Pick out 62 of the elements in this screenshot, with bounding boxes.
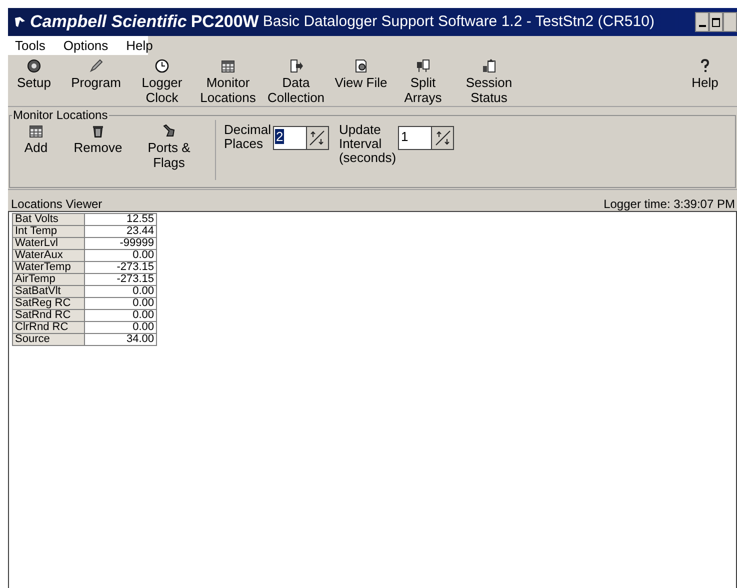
magnifier-page-icon: [353, 58, 369, 74]
table-cell: AirTemp: [12, 274, 84, 286]
table-cell: Int Temp: [12, 226, 84, 238]
table-cell: 23.44: [84, 226, 156, 238]
toolbar-button[interactable]: Remove: [62, 123, 134, 183]
page-arrow-icon: [288, 58, 304, 74]
calendar-icon: [28, 123, 44, 139]
menu-item[interactable]: Options: [58, 36, 114, 56]
viewer-title: Locations Viewer: [10, 198, 102, 211]
toolbar-button[interactable]: Program: [60, 58, 132, 90]
spin-field[interactable]: 2: [272, 126, 329, 150]
logger-time: Logger time: 3:39:07 PM: [604, 198, 735, 211]
table-cell: ClrRnd RC: [12, 322, 84, 334]
minimize-button[interactable]: [695, 12, 709, 32]
toolbar-button[interactable]: Session Status: [452, 58, 526, 105]
table-cell: Bat Volts: [12, 214, 84, 226]
table-cell: 12.55: [84, 214, 156, 226]
table-cell: 0.00: [84, 310, 156, 322]
toolbar-button[interactable]: Logger Clock: [132, 58, 192, 105]
toolbar-button[interactable]: View File: [328, 58, 394, 90]
table-cell: Source: [12, 334, 84, 346]
table-cell: 0.00: [84, 322, 156, 334]
spin-arrows-icon[interactable]: [434, 129, 452, 147]
product-name: PC200W: [190, 11, 259, 34]
spin-arrows-icon[interactable]: [308, 129, 326, 147]
table-cell: -99999: [84, 238, 156, 250]
table-cell: -273.15: [84, 274, 156, 286]
calendar-icon: [220, 58, 236, 74]
menu-item[interactable]: Tools: [10, 36, 50, 56]
toolbar-button[interactable]: Ports & Flags: [134, 123, 204, 183]
field-label: Update Interval (seconds): [338, 123, 396, 165]
table-cell: WaterTemp: [12, 262, 84, 274]
table-cell: -273.15: [84, 262, 156, 274]
toolbar-button[interactable]: Data Collection: [264, 58, 328, 105]
toolbar-button[interactable]: Setup: [8, 58, 60, 90]
bin-icon: [90, 123, 106, 139]
table-cell: WaterAux: [12, 250, 84, 262]
spin-field[interactable]: 1: [398, 126, 454, 150]
table-cell: 0.00: [84, 298, 156, 310]
toolbar-button[interactable]: Add: [10, 123, 62, 183]
pencil-icon: [88, 58, 104, 74]
setup-icon: [26, 58, 42, 74]
brand-name: Campbell Scientific: [30, 11, 187, 34]
maximize-button[interactable]: [709, 12, 723, 32]
toolbar-button[interactable]: Monitor Locations: [192, 58, 264, 105]
table-cell: 0.00: [84, 286, 156, 298]
table-cell: WaterLvl: [12, 238, 84, 250]
split-pages-icon: [415, 58, 431, 74]
table-cell: SatReg RC: [12, 298, 84, 310]
table-cell: 34.00: [84, 334, 156, 346]
window-title: Basic Datalogger Support Software 1.2 - TestStn2 (CR510): [262, 12, 654, 32]
menu-item[interactable]: Help: [121, 36, 158, 56]
table-cell: SatBatVlt: [12, 286, 84, 298]
toolbar-button[interactable]: Split Arrays: [394, 58, 452, 105]
logo-icon: [14, 16, 26, 28]
table-cell: SatRnd RC: [12, 310, 84, 322]
clock-icon: [154, 58, 170, 74]
status-icon: [481, 58, 497, 74]
table-cell: 0.00: [84, 250, 156, 262]
toolbar-button[interactable]: Help: [675, 58, 735, 90]
field-label: Decimal Places: [224, 123, 271, 151]
group-title: Monitor Locations: [12, 108, 109, 122]
